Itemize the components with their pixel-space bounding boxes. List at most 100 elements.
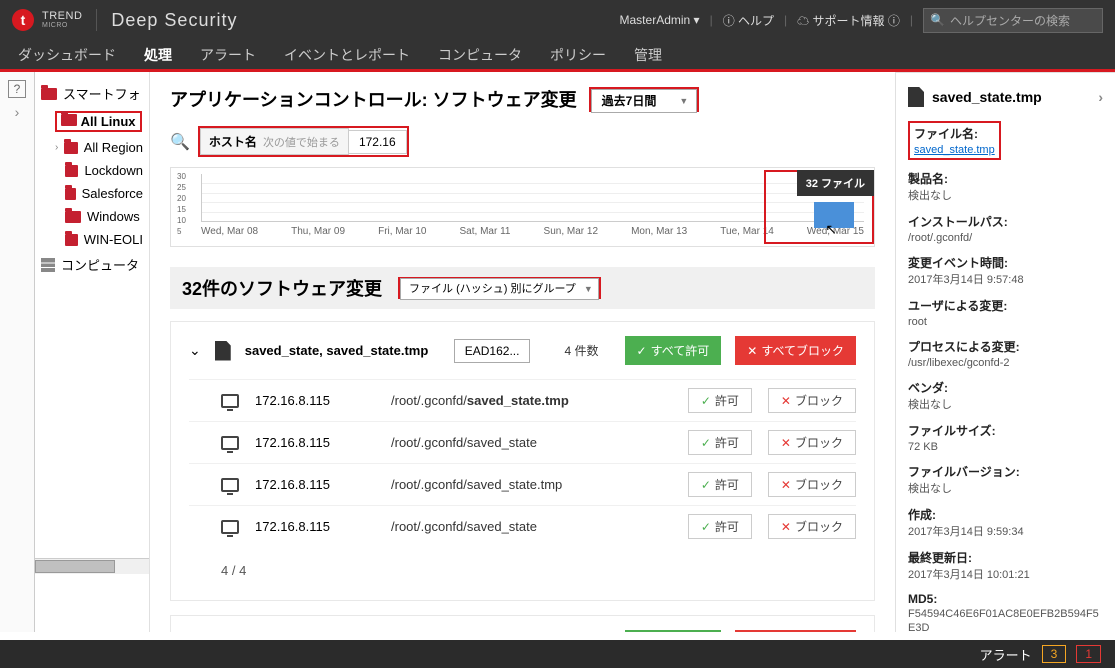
block-button[interactable]: ✕ ブロック [768, 472, 856, 497]
main-area: ? › スマートフォ All Linux ›All Region Lockdow… [0, 72, 1115, 632]
allow-button[interactable]: ✓ 許可 [688, 430, 752, 455]
detail-value: 2017年3月14日 9:59:34 [908, 526, 1024, 538]
detail-field: ユーザによる変更:root [908, 297, 1103, 328]
allow-button[interactable]: ✓ 許可 [688, 514, 752, 539]
folder-icon [65, 188, 76, 200]
period-select[interactable]: 過去7日間 [589, 87, 700, 112]
detail-label: インストールパス: [908, 213, 1103, 230]
top-bar: t TRENDMICRO Deep Security MasterAdmin ▾… [0, 0, 1115, 40]
subheading-row: 32件のソフトウェア変更 ファイル (ハッシュ) 別にグループ [170, 267, 875, 309]
detail-value: /usr/libexec/gconfd-2 [908, 357, 1010, 369]
sidebar: スマートフォ All Linux ›All Region Lockdown Sa… [35, 72, 150, 632]
file-row: 172.16.8.115 /root/.gconfd/saved_state ✓… [189, 421, 856, 463]
brand-bottom: MICRO [42, 22, 82, 29]
support-link[interactable]: ☁ サポート情報 ⓘ [797, 12, 900, 29]
menu-dashboard[interactable]: ダッシュボード [18, 45, 116, 65]
user-menu[interactable]: MasterAdmin ▾ [620, 13, 700, 27]
host-ip: 172.16.8.115 [255, 393, 375, 408]
file-path: /root/.gconfd/saved_state.tmp [391, 393, 672, 408]
detail-label: 作成: [908, 506, 1103, 523]
menu-admin[interactable]: 管理 [634, 45, 662, 65]
details-panel: saved_state.tmp › ファイル名:saved_state.tmp製… [895, 72, 1115, 632]
left-rail: ? › [0, 72, 35, 632]
close-details-icon[interactable]: › [1098, 89, 1103, 105]
warning-count-badge[interactable]: 3 [1042, 645, 1067, 663]
computer-icon [221, 478, 239, 492]
file-row: 172.16.8.115 /root/.gconfd/saved_state ✓… [189, 505, 856, 547]
expand-sidebar-icon[interactable]: › [15, 104, 20, 120]
sidebar-item-all-region[interactable]: ›All Region [35, 136, 149, 159]
computer-icon [221, 520, 239, 534]
help-search-placeholder: ヘルプセンターの検索 [950, 12, 1070, 29]
collapse-toggle[interactable]: ⌄ [189, 342, 201, 359]
sidebar-item-lockdown[interactable]: Lockdown [35, 159, 149, 182]
detail-field: 変更イベント時間:2017年3月14日 9:57:48 [908, 254, 1103, 287]
sidebar-item-win-eoli[interactable]: WIN-EOLI [35, 228, 149, 251]
detail-value: 2017年3月14日 9:57:48 [908, 274, 1024, 286]
folder-icon [41, 88, 57, 100]
allow-all-button[interactable]: ✓ すべて許可 [625, 630, 722, 632]
group-by-select[interactable]: ファイル (ハッシュ) 別にグループ [398, 277, 601, 299]
detail-value: root [908, 316, 927, 328]
block-button[interactable]: ✕ ブロック [768, 514, 856, 539]
brand-logo: t TRENDMICRO [12, 9, 82, 31]
menu-policies[interactable]: ポリシー [550, 45, 606, 65]
context-help-icon[interactable]: ? [8, 80, 26, 98]
sidebar-scrollbar[interactable] [35, 558, 149, 574]
critical-count-badge[interactable]: 1 [1076, 645, 1101, 663]
menu-alerts[interactable]: アラート [200, 45, 256, 65]
help-search[interactable]: 🔍 ヘルプセンターの検索 [923, 8, 1103, 33]
help-link[interactable]: ⓘ ヘルプ [723, 12, 774, 29]
server-icon [41, 258, 55, 272]
allow-button[interactable]: ✓ 許可 [688, 388, 752, 413]
menu-computers[interactable]: コンピュータ [438, 45, 522, 65]
file-path: /root/.gconfd/saved_state.tmp [391, 477, 672, 492]
folder-icon [64, 142, 77, 154]
trend-logo-icon: t [12, 9, 34, 31]
changes-count-heading: 32件のソフトウェア変更 [182, 275, 382, 301]
host-ip: 172.16.8.115 [255, 519, 375, 534]
y-axis: 30252015105 [177, 172, 186, 236]
allow-button[interactable]: ✓ 許可 [688, 472, 752, 497]
menu-actions[interactable]: 処理 [144, 45, 172, 65]
menu-events[interactable]: イベントとレポート [284, 45, 410, 65]
sidebar-item-all-linux[interactable]: All Linux [35, 107, 149, 136]
alerts-label: アラート [980, 645, 1032, 664]
pager: 4 / 4 [189, 547, 856, 578]
folder-icon [65, 211, 81, 223]
block-button[interactable]: ✕ ブロック [768, 430, 856, 455]
detail-label: ファイルバージョン: [908, 463, 1103, 480]
detail-value: 72 KB [908, 441, 938, 453]
sidebar-item-smartfolders[interactable]: スマートフォ [35, 80, 149, 107]
file-row: 172.16.8.115 /root/.gconfd/saved_state.t… [189, 463, 856, 505]
detail-field: 最終更新日:2017年3月14日 10:01:21 [908, 549, 1103, 582]
chart-tooltip: 32 ファイル [797, 170, 874, 196]
filter-value-input[interactable]: 172.16 [348, 130, 407, 154]
change-group: › test1.sh, test2.sh 163ECC... 4 件数 ✓ すべ… [170, 615, 875, 632]
detail-label: 最終更新日: [908, 549, 1103, 566]
folder-icon [61, 114, 77, 126]
sidebar-item-windows[interactable]: Windows [35, 205, 149, 228]
folder-icon [65, 165, 78, 177]
divider [96, 9, 97, 31]
filter-field-select[interactable]: ホスト名 次の値で始まる [200, 128, 349, 155]
allow-all-button[interactable]: ✓ すべて許可 [625, 336, 722, 365]
block-all-button[interactable]: ✕ すべてブロック [735, 336, 856, 365]
filter-row: 🔍 ホスト名 次の値で始まる 172.16 [170, 126, 875, 157]
status-bar: アラート 3 1 [0, 640, 1115, 668]
detail-value: 検出なし [908, 483, 952, 495]
detail-label: ベンダ: [908, 379, 1103, 396]
main-menu: ダッシュボード 処理 アラート イベントとレポート コンピュータ ポリシー 管理 [0, 40, 1115, 72]
hash-display[interactable]: EAD162... [454, 339, 531, 363]
folder-icon [65, 234, 78, 246]
detail-value-link[interactable]: saved_state.tmp [914, 144, 995, 156]
detail-field: プロセスによる変更:/usr/libexec/gconfd-2 [908, 338, 1103, 369]
detail-value: /root/.gconfd/ [908, 232, 972, 244]
detail-value: 検出なし [908, 399, 952, 411]
file-path: /root/.gconfd/saved_state [391, 519, 672, 534]
block-button[interactable]: ✕ ブロック [768, 388, 856, 413]
sidebar-item-salesforce[interactable]: Salesforce [35, 182, 149, 205]
sidebar-item-computers[interactable]: コンピュータ [35, 251, 149, 278]
cursor-icon: ↖ [825, 221, 837, 238]
block-all-button[interactable]: ✕ すべてブロック [735, 630, 856, 632]
